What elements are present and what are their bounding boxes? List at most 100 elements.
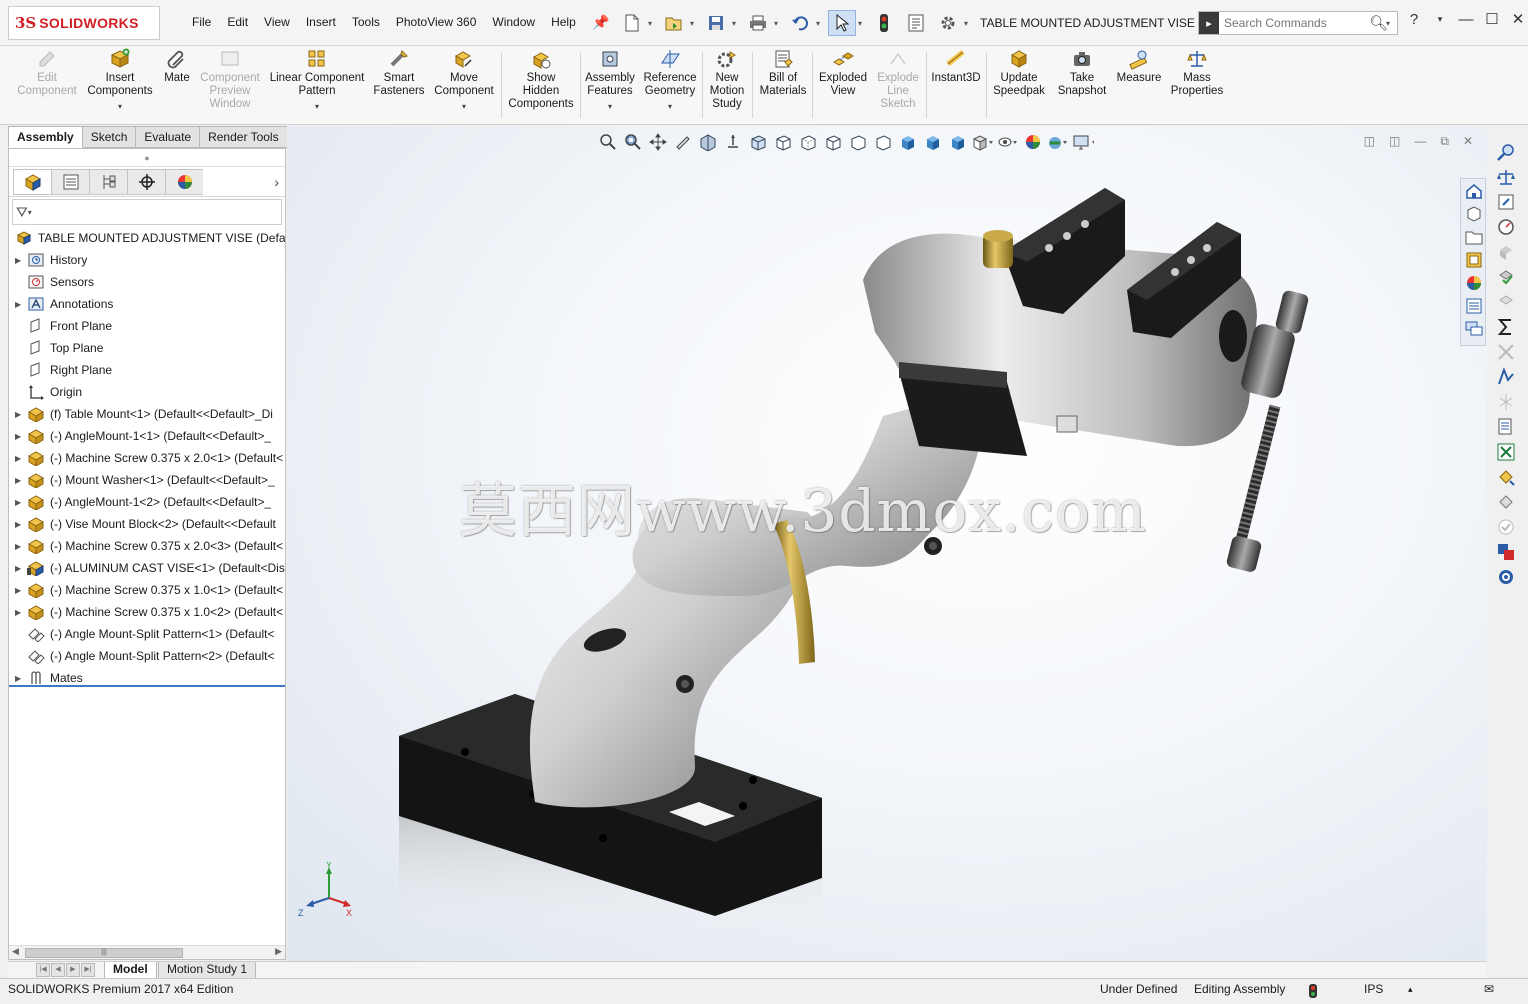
sustainability-icon[interactable] [1494, 565, 1518, 589]
verify-icon[interactable] [1494, 515, 1518, 539]
menu-view[interactable]: View [256, 15, 298, 29]
search-dropdown-icon[interactable]: ▾ [1386, 19, 1394, 28]
tree-item-subassembly[interactable]: ▶ (-) ALUMINUM CAST VISE<1> (Default<Dis [9, 557, 285, 579]
scroll-left-icon[interactable]: ◀ [12, 946, 19, 957]
clearance-icon[interactable] [1494, 290, 1518, 314]
tree-root-assembly[interactable]: TABLE MOUNTED ADJUSTMENT VISE (Default< [9, 227, 285, 249]
tree-item-component[interactable]: ▶ (-) Vise Mount Block<2> (Default<<Defa… [9, 513, 285, 535]
linear-component-pattern-button[interactable]: Linear Component Pattern ▾ [266, 48, 368, 113]
tree-item-component[interactable]: ▶ (-) Machine Screw 0.375 x 2.0<1> (Defa… [9, 447, 285, 469]
component-preview-window-button[interactable]: Component Preview Window [196, 48, 264, 111]
reference-geometry-button[interactable]: Reference Geometry ▾ [640, 48, 700, 113]
tab-assembly[interactable]: Assembly [8, 126, 83, 148]
expand-arrow-icon[interactable]: ▶ [15, 410, 25, 419]
custom-properties-icon[interactable] [1462, 295, 1486, 317]
expand-arrow-icon[interactable]: ▶ [15, 564, 25, 573]
tree-item-annotations[interactable]: ▶ Annotations [9, 293, 285, 315]
configurationmanager-icon[interactable] [89, 168, 127, 195]
exploded-view-button[interactable]: Exploded View [814, 48, 872, 98]
insert-components-dropdown-icon[interactable]: ▾ [118, 100, 122, 113]
expand-arrow-icon[interactable]: ▶ [15, 520, 25, 529]
tree-item-mates[interactable]: ▶ Mates [9, 667, 285, 687]
mass-properties-button[interactable]: Mass Properties [1168, 48, 1226, 98]
print-icon[interactable] [744, 10, 772, 36]
maximize-icon[interactable]: ☐ [1482, 10, 1502, 28]
unit-system-status[interactable]: IPS [1364, 982, 1383, 996]
3d-parts-icon[interactable] [1462, 203, 1486, 225]
tree-filter[interactable]: ⛛ ▾ [12, 199, 282, 225]
measure-button[interactable]: Measure [1112, 48, 1166, 85]
check-icon[interactable] [1494, 265, 1518, 289]
rollback-bar[interactable] [9, 685, 285, 687]
search-scope-icon[interactable]: ▸ [1199, 12, 1219, 34]
help-icon[interactable]: ? [1404, 11, 1424, 28]
menu-window[interactable]: Window [484, 15, 543, 29]
scroll-right-icon[interactable]: ▶ [275, 946, 282, 957]
feedback-icon[interactable]: ✉ [1484, 982, 1494, 996]
solidworks-logo[interactable]: 3S SOLIDWORKS [8, 6, 160, 40]
mate-button[interactable]: Mate [160, 48, 194, 85]
design-checker-icon[interactable] [1494, 465, 1518, 489]
edit-component-button[interactable]: Edit Component [14, 48, 80, 98]
select-cursor-icon[interactable] [828, 10, 856, 36]
pin-menu-icon[interactable]: 📌 [592, 14, 609, 31]
tab-model[interactable]: Model [104, 962, 157, 979]
hole-alignment-icon[interactable] [1494, 340, 1518, 364]
update-speedpak-button[interactable]: Update Speedpak [990, 48, 1048, 98]
save-dropdown-icon[interactable]: ▾ [732, 19, 740, 28]
take-snapshot-button[interactable]: Take Snapshot [1054, 48, 1110, 98]
undo-dropdown-icon[interactable]: ▾ [816, 19, 824, 28]
tree-item-top-plane[interactable]: Top Plane [9, 337, 285, 359]
expand-arrow-icon[interactable]: ▶ [15, 256, 25, 265]
reference-geometry-dropdown-icon[interactable]: ▾ [668, 100, 672, 113]
tab-render-tools[interactable]: Render Tools [200, 126, 288, 148]
bill-of-materials-button[interactable]: Bill of Materials [756, 48, 810, 98]
move-component-button[interactable]: Move Component ▾ [430, 48, 498, 113]
folder-icon[interactable] [1462, 226, 1486, 248]
expand-arrow-icon[interactable]: ▶ [15, 498, 25, 507]
show-hidden-components-button[interactable]: Show Hidden Components [504, 48, 578, 111]
expand-arrow-icon[interactable]: ▶ [15, 542, 25, 551]
expand-arrow-icon[interactable]: ▶ [15, 432, 25, 441]
tree-item-component[interactable]: ▶ (f) Table Mount<1> (Default<<Default>_… [9, 403, 285, 425]
tree-item-right-plane[interactable]: Right Plane [9, 359, 285, 381]
minimize-icon[interactable]: — [1456, 11, 1476, 28]
unit-system-dropdown-icon[interactable]: ▴ [1408, 984, 1413, 995]
print-dropdown-icon[interactable]: ▾ [774, 19, 782, 28]
balance-icon[interactable] [1494, 165, 1518, 189]
symmetry-icon[interactable] [1494, 390, 1518, 414]
expand-arrow-icon[interactable]: ▶ [15, 454, 25, 463]
prev-tab-icon[interactable]: ◀ [51, 963, 65, 977]
options-dropdown-icon[interactable]: ▾ [964, 19, 972, 28]
aluminum-cast-vise[interactable] [863, 188, 1257, 456]
panel-splitter-handle[interactable]: ● [9, 149, 285, 167]
next-tab-icon[interactable]: ▶ [66, 963, 80, 977]
gauge-icon[interactable] [1494, 215, 1518, 239]
interference-icon[interactable] [1494, 240, 1518, 264]
sum-icon[interactable] [1494, 315, 1518, 339]
explode-line-sketch-button[interactable]: Explode Line Sketch [872, 48, 924, 111]
expand-arrow-icon[interactable]: ▶ [15, 300, 25, 309]
expand-arrow-icon[interactable]: ▶ [15, 674, 25, 683]
excel-export-icon[interactable] [1494, 440, 1518, 464]
expand-arrow-icon[interactable]: ▶ [15, 608, 25, 617]
linear-pattern-dropdown-icon[interactable]: ▾ [315, 100, 319, 113]
home-view-icon[interactable] [1462, 180, 1486, 202]
select-dropdown-icon[interactable]: ▾ [858, 19, 866, 28]
tree-item-component[interactable]: ▶ (-) Machine Screw 0.375 x 2.0<3> (Defa… [9, 535, 285, 557]
expand-arrow-icon[interactable]: ▶ [15, 586, 25, 595]
displaymanager-icon[interactable] [165, 168, 203, 195]
zoom-icon[interactable] [1494, 140, 1518, 164]
costing-icon[interactable] [1494, 490, 1518, 514]
scroll-thumb[interactable]: ||| [25, 948, 183, 958]
tree-item-origin[interactable]: Origin [9, 381, 285, 403]
first-tab-icon[interactable]: |◀ [36, 963, 50, 977]
tree-item-component[interactable]: ▶ (-) Machine Screw 0.375 x 1.0<1> (Defa… [9, 579, 285, 601]
tab-sketch[interactable]: Sketch [82, 126, 137, 148]
tree-item-front-plane[interactable]: Front Plane [9, 315, 285, 337]
tree-item-pattern[interactable]: (-) Angle Mount-Split Pattern<2> (Defaul… [9, 645, 285, 667]
compare-icon[interactable] [1494, 365, 1518, 389]
horizontal-scrollbar[interactable]: ◀ ||| ▶ [9, 945, 285, 959]
new-dropdown-icon[interactable]: ▾ [648, 19, 656, 28]
menu-insert[interactable]: Insert [298, 15, 344, 29]
